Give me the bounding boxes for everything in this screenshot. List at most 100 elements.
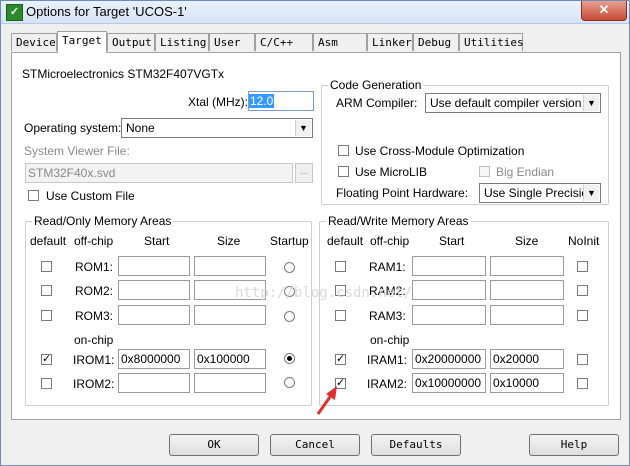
iram2-start-input[interactable]: 0x10000000 [412, 373, 486, 393]
iram1-label: IRAM1: [367, 353, 408, 367]
rom-header-offchip: off-chip [74, 234, 114, 248]
chevron-down-icon: ▼ [583, 185, 599, 201]
irom2-start-input[interactable] [118, 373, 190, 393]
tab-debug[interactable]: Debug [413, 33, 459, 51]
tab-asm[interactable]: Asm [313, 33, 367, 51]
rom-header-startup: Startup [270, 234, 309, 248]
device-name: STMicroelectronics STM32F407VGTx [22, 67, 225, 81]
iram2-size-input[interactable]: 0x10000 [490, 373, 564, 393]
custom-file-label: Use Custom File [46, 189, 135, 203]
tab-target[interactable]: Target [57, 31, 107, 53]
chevron-down-icon: ▼ [295, 120, 311, 136]
ram3-default-checkbox[interactable] [335, 310, 346, 321]
rom-header-default: default [30, 234, 67, 248]
os-value: None [126, 121, 155, 135]
os-select[interactable]: None ▼ [121, 118, 313, 138]
watermark: http://blog.csdn.net/ [235, 285, 413, 301]
ram1-size-input[interactable] [490, 256, 564, 276]
os-label: Operating system: [24, 121, 122, 135]
compiler-select[interactable]: Use default compiler version ▼ [425, 93, 601, 113]
irom1-size-input[interactable]: 0x100000 [194, 349, 266, 369]
rom2-default-checkbox[interactable] [41, 285, 52, 296]
rom3-startup-radio[interactable] [284, 311, 295, 322]
big-endian-label: Big Endian [496, 165, 555, 179]
rom3-start-input[interactable] [118, 305, 190, 325]
iram2-label: IRAM2: [367, 377, 408, 391]
microlib-label: Use MicroLIB [355, 165, 428, 179]
rom-group-title: Read/Only Memory Areas [32, 214, 174, 228]
cross-module-checkbox[interactable] [338, 145, 349, 156]
ram1-default-checkbox[interactable] [335, 261, 346, 272]
ram3-noinit-checkbox[interactable] [577, 310, 588, 321]
irom2-default-checkbox[interactable] [41, 378, 52, 389]
compiler-value: Use default compiler version [430, 96, 582, 110]
radio-selected-dot [287, 356, 292, 361]
ram2-start-input[interactable] [412, 280, 486, 300]
big-endian-checkbox[interactable] [479, 166, 490, 177]
xtal-label: Xtal (MHz): [188, 95, 248, 109]
irom1-startup-radio[interactable] [284, 353, 295, 364]
rom-header-size: Size [217, 234, 241, 248]
rom2-label: ROM2: [75, 284, 114, 298]
fp-select[interactable]: Use Single Precision ▼ [479, 183, 601, 203]
microlib-checkbox[interactable] [338, 166, 349, 177]
help-button[interactable]: Help [529, 434, 619, 456]
iram1-size-input[interactable]: 0x20000 [490, 349, 564, 369]
irom2-label: IROM2: [73, 377, 115, 391]
ram1-noinit-checkbox[interactable] [577, 261, 588, 272]
rom1-label: ROM1: [75, 260, 114, 274]
ram-group-title: Read/Write Memory Areas [326, 214, 471, 228]
xtal-value: 12.0 [249, 94, 275, 108]
ram-header-default: default [327, 234, 364, 248]
ram2-noinit-checkbox[interactable] [577, 285, 588, 296]
svd-browse-button[interactable]: ... [295, 163, 313, 183]
irom1-start-input[interactable]: 0x8000000 [118, 349, 190, 369]
tab-device[interactable]: Device [11, 33, 57, 51]
ram1-label: RAM1: [369, 260, 406, 274]
uv-icon: ✓ [6, 4, 23, 21]
ram-header-start: Start [439, 234, 465, 248]
ram3-start-input[interactable] [412, 305, 486, 325]
rom1-start-input[interactable] [118, 256, 190, 276]
code-generation-title: Code Generation [328, 78, 424, 92]
rom3-default-checkbox[interactable] [41, 310, 52, 321]
ok-button[interactable]: OK [169, 434, 259, 456]
ram-header-size: Size [515, 234, 539, 248]
close-button[interactable]: ✕ [581, 1, 627, 21]
tab-linker[interactable]: Linker [367, 33, 413, 51]
svd-input[interactable]: STM32F40x.svd [25, 163, 293, 183]
ram2-size-input[interactable] [490, 280, 564, 300]
tab-output[interactable]: Output [107, 33, 155, 51]
tab-listing[interactable]: Listing [155, 33, 209, 51]
ram-header-offchip: off-chip [370, 234, 410, 248]
ram-header-noinit: NoInit [568, 234, 600, 248]
xtal-input[interactable]: 12.0 [248, 91, 314, 111]
iram1-default-checkbox[interactable]: ✓ [335, 354, 346, 365]
tab-cpp[interactable]: C/C++ [255, 33, 313, 51]
irom2-size-input[interactable] [194, 373, 266, 393]
iram2-noinit-checkbox[interactable] [577, 378, 588, 389]
ram-onchip-label: on-chip [370, 333, 410, 347]
irom1-label: IROM1: [73, 353, 115, 367]
rom1-default-checkbox[interactable] [41, 261, 52, 272]
ram3-size-input[interactable] [490, 305, 564, 325]
cross-module-label: Use Cross-Module Optimization [355, 144, 525, 158]
ram1-start-input[interactable] [412, 256, 486, 276]
irom2-startup-radio[interactable] [284, 377, 295, 388]
ram3-label: RAM3: [369, 309, 406, 323]
tab-strip: Device Target Output Listing User C/C++ … [11, 31, 621, 53]
tab-utilities[interactable]: Utilities [459, 33, 524, 51]
cancel-button[interactable]: Cancel [270, 434, 360, 456]
irom1-default-checkbox[interactable]: ✓ [41, 354, 52, 365]
iram1-noinit-checkbox[interactable] [577, 354, 588, 365]
title-bar: ✓ Options for Target 'UCOS-1' ✕ [1, 1, 629, 24]
rom1-startup-radio[interactable] [284, 262, 295, 273]
custom-file-checkbox[interactable] [28, 190, 39, 201]
defaults-button[interactable]: Defaults [371, 434, 461, 456]
rom1-size-input[interactable] [194, 256, 266, 276]
tab-user[interactable]: User [209, 33, 255, 51]
rom2-start-input[interactable] [118, 280, 190, 300]
rom3-size-input[interactable] [194, 305, 266, 325]
window-title: Options for Target 'UCOS-1' [26, 4, 187, 19]
iram1-start-input[interactable]: 0x20000000 [412, 349, 486, 369]
